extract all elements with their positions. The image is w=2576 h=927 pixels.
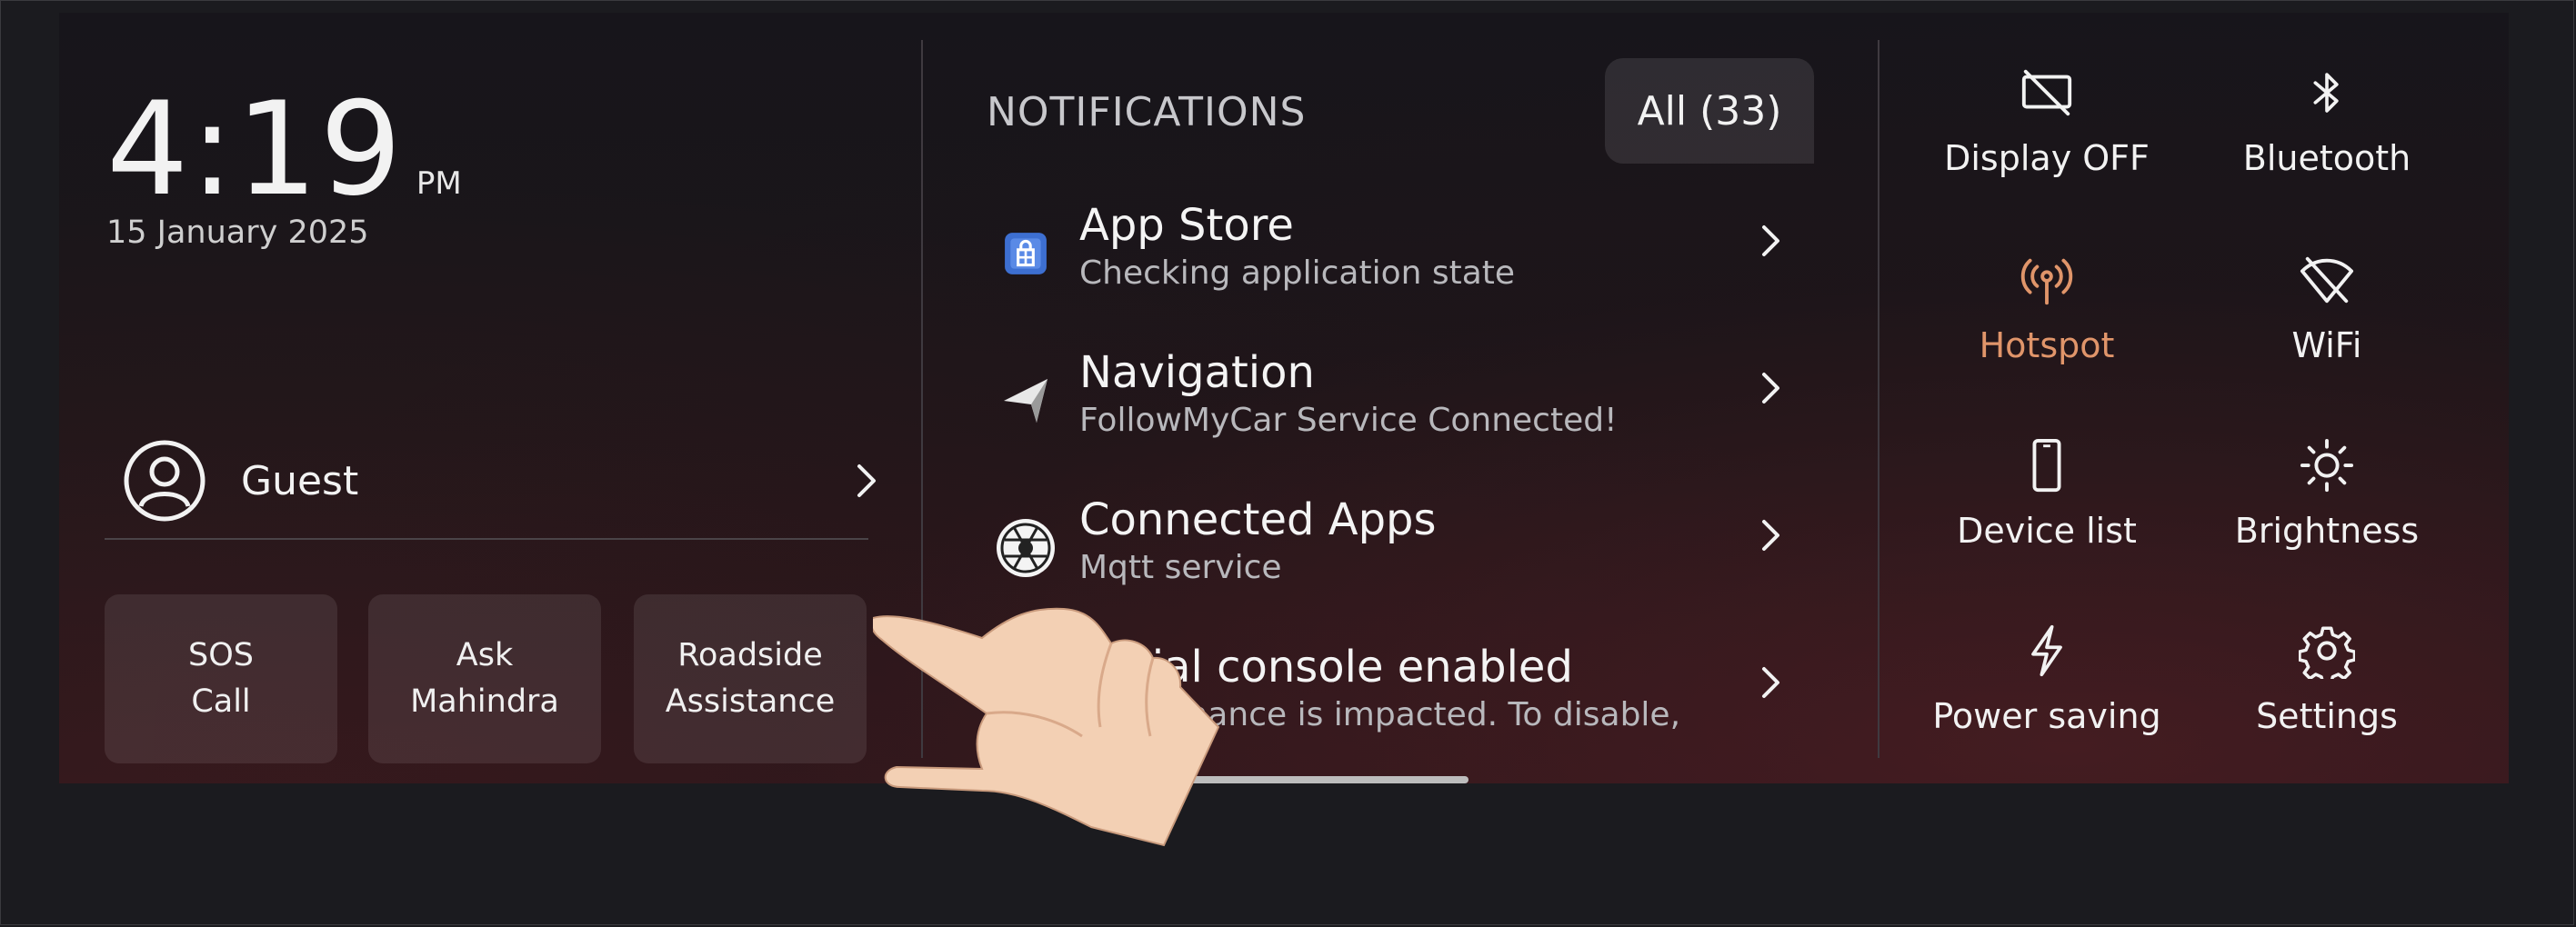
- hotspot-icon: [2018, 251, 2076, 309]
- ask-mahindra-button[interactable]: Ask Mahindra: [368, 594, 601, 763]
- navigation-arrow-icon: [994, 369, 1057, 433]
- connected-apps-icon: [994, 516, 1057, 580]
- divider: [105, 538, 868, 540]
- infotainment-screen: 4:19 PM 15 January 2025 Guest SOS Call A…: [59, 13, 2509, 783]
- power-saving-label: Power saving: [1932, 696, 2161, 736]
- wifi-off-icon: [2298, 251, 2356, 309]
- roadside-assistance-button[interactable]: Roadside Assistance: [634, 594, 867, 763]
- notification-item-app-store[interactable]: App Store Checking application state: [977, 194, 1841, 340]
- notification-title: Navigation: [1079, 347, 1315, 398]
- display-off-icon: [2018, 64, 2076, 122]
- notification-item-navigation[interactable]: Navigation FollowMyCar Service Connected…: [977, 342, 1841, 487]
- user-name: Guest: [241, 457, 359, 504]
- notification-subtitle: FollowMyCar Service Connected!: [1079, 402, 1618, 439]
- wifi-label: WiFi: [2291, 325, 2362, 365]
- scroll-indicator[interactable]: [1187, 776, 1468, 783]
- chevron-right-icon: [1762, 373, 1779, 404]
- chevron-right-icon: [857, 464, 876, 497]
- settings-label: Settings: [2256, 696, 2398, 736]
- device-list-button[interactable]: Device list: [1910, 436, 2183, 591]
- hotspot-label: Hotspot: [1979, 325, 2115, 365]
- device-list-label: Device list: [1957, 511, 2137, 551]
- user-avatar-icon: [124, 440, 205, 522]
- notification-title: Serial console enabled: [1079, 642, 1573, 693]
- panel-divider: [921, 40, 923, 758]
- user-profile-row[interactable]: Guest: [123, 422, 905, 540]
- chevron-right-icon: [1762, 667, 1779, 698]
- notifications-title: NOTIFICATIONS: [987, 89, 1307, 135]
- notification-subtitle: Performance is impacted. To disable,: [1079, 696, 1681, 733]
- notification-item-serial-console[interactable]: Serial console enabled Performance is im…: [977, 636, 1841, 782]
- hotspot-toggle[interactable]: Hotspot: [1910, 251, 2183, 405]
- clock-date: 15 January 2025: [106, 214, 369, 251]
- clock-time: 4:19: [106, 75, 404, 224]
- display-off-label: Display OFF: [1944, 138, 2150, 178]
- gear-icon: [2298, 622, 2356, 680]
- lightning-icon: [2018, 622, 2076, 680]
- chevron-right-icon: [1762, 520, 1779, 551]
- clock: 4:19 PM: [106, 85, 462, 214]
- brightness-button[interactable]: Brightness: [2190, 436, 2463, 591]
- bluetooth-toggle[interactable]: Bluetooth: [2190, 64, 2463, 218]
- bluetooth-label: Bluetooth: [2242, 138, 2411, 178]
- brightness-label: Brightness: [2234, 511, 2420, 551]
- bluetooth-icon: [2298, 64, 2356, 122]
- app-store-icon: [994, 222, 1057, 285]
- all-notifications-button[interactable]: All (33): [1605, 58, 1814, 164]
- clock-ampm: PM: [416, 165, 462, 202]
- settings-button[interactable]: Settings: [2190, 622, 2463, 776]
- notification-item-connected-apps[interactable]: Connected Apps Mqtt service: [977, 489, 1841, 634]
- power-saving-toggle[interactable]: Power saving: [1910, 622, 2183, 776]
- wifi-toggle[interactable]: WiFi: [2190, 251, 2463, 405]
- chevron-right-icon: [1762, 225, 1779, 256]
- display-off-toggle[interactable]: Display OFF: [1910, 64, 2183, 218]
- sos-call-button[interactable]: SOS Call: [105, 594, 337, 763]
- notification-subtitle: Checking application state: [1079, 254, 1516, 292]
- notification-subtitle: Mqtt service: [1079, 549, 1282, 586]
- serial-console-icon: [994, 663, 1057, 727]
- phone-icon: [2018, 436, 2076, 494]
- brightness-icon: [2298, 436, 2356, 494]
- notification-title: App Store: [1079, 200, 1294, 251]
- panel-divider: [1878, 40, 1879, 758]
- notification-title: Connected Apps: [1079, 494, 1437, 545]
